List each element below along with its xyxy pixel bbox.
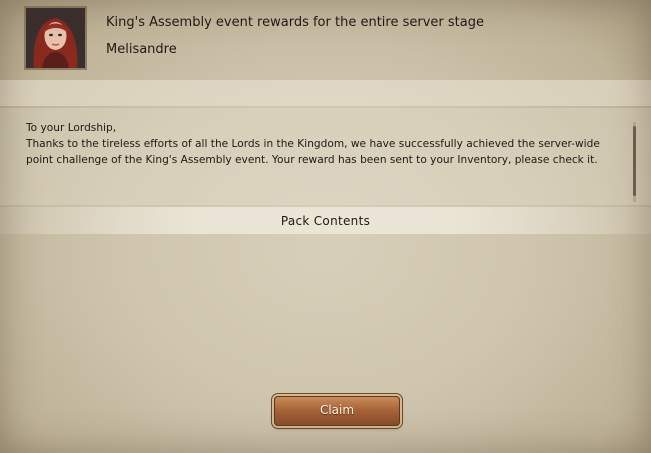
message-scrollbar[interactable] [633,122,636,202]
sender-avatar [24,6,87,70]
message-text: To your Lordship, Thanks to the tireless… [26,120,616,168]
message-body: To your Lordship, Thanks to the tireless… [0,108,651,205]
pack-contents-title: Pack Contents [280,214,371,228]
scrollbar-thumb[interactable] [633,126,636,196]
header-divider-band [0,80,651,106]
mail-subject: King's Assembly event rewards for the en… [106,15,484,30]
pack-contents-header: Pack Contents [0,207,651,234]
message-line-1: Thanks to the tireless efforts of all th… [26,138,600,150]
mail-header: King's Assembly event rewards for the en… [0,0,651,78]
mail-sender: Melisandre [106,42,177,57]
pack-contents-area [0,236,651,386]
portrait-icon [26,8,85,68]
claim-button-label: Claim [319,403,355,417]
claim-button[interactable]: Claim [274,396,400,426]
message-line-2: point challenge of the King's Assembly e… [26,154,598,166]
mail-window: King's Assembly event rewards for the en… [0,0,651,453]
message-greeting: To your Lordship, [26,122,117,134]
